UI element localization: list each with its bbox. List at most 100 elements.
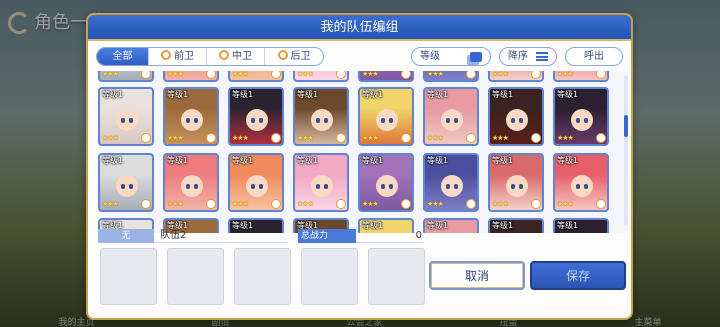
role-icon <box>141 71 151 79</box>
star-rating: ★★★ <box>297 134 314 142</box>
character-card[interactable]: 等级1 ★★★ <box>423 87 479 146</box>
star-rating: ★★★ <box>167 134 184 142</box>
character-level: 等级1 <box>102 90 124 99</box>
level-sort-icon <box>470 51 482 62</box>
star-rating: ★★★ <box>492 134 509 142</box>
character-level: 等级1 <box>167 156 189 165</box>
character-card[interactable]: 等级1 ★★★ <box>98 87 154 146</box>
team-name-field[interactable]: 无 队伍2 <box>98 229 288 243</box>
front-role-icon <box>161 50 171 60</box>
character-portrait <box>571 109 593 131</box>
character-card[interactable]: 等级1 ★★★ <box>163 153 219 212</box>
character-portrait <box>376 175 398 197</box>
tab-front[interactable]: 前卫 <box>149 48 207 65</box>
character-card[interactable]: 等级1 ★★★ <box>293 153 349 212</box>
team-slot-2[interactable] <box>167 248 224 305</box>
character-card[interactable]: ★★★ <box>163 71 219 82</box>
character-level: 等级1 <box>167 90 189 99</box>
character-card[interactable]: 等级1 ★★★ <box>163 87 219 146</box>
team-slots <box>100 248 425 305</box>
character-level: 等级1 <box>297 156 319 165</box>
sort-order-button[interactable]: 降序 <box>499 47 557 66</box>
character-portrait <box>246 175 268 197</box>
save-button[interactable]: 保存 <box>530 261 626 290</box>
character-card[interactable]: ★★★ <box>423 71 479 82</box>
total-power-label: 总战力 <box>298 229 356 243</box>
character-card[interactable]: 等级1 ★★★ <box>228 153 284 212</box>
character-portrait <box>181 109 203 131</box>
character-portrait <box>441 109 463 131</box>
role-icon <box>206 199 216 209</box>
character-roster: ★★★ ★★★ ★★★ ★★★ ★★★ ★★★ ★★★ ★★★ 等级1 ★★★ 等级1 ★★★ 等级1… <box>98 71 628 233</box>
role-icon <box>401 133 411 143</box>
sort-by-level-button[interactable]: 等级 <box>411 47 491 66</box>
character-card[interactable]: 等级1 ★★★ <box>358 87 414 146</box>
star-rating: ★★★ <box>232 134 249 142</box>
team-slot-1[interactable] <box>100 248 157 305</box>
character-card[interactable]: ★★★ <box>553 71 609 82</box>
filter-bar: 全部 前卫 中卫 后卫 等级 降序 呼出 <box>96 47 623 67</box>
team-edit-dialog: 我的队伍编组 全部 前卫 中卫 后卫 等级 降序 呼出 ★★★ ★★★ ★★★ ★★★… <box>86 13 633 320</box>
star-rating: ★★★ <box>232 200 249 208</box>
dialog-title: 我的队伍编组 <box>88 15 631 41</box>
star-rating: ★★★ <box>557 200 574 208</box>
character-card[interactable]: 等级1 ★★★ <box>423 153 479 212</box>
character-card[interactable]: ★★★ <box>293 71 349 82</box>
character-card[interactable]: 等级1 ★★★ <box>553 87 609 146</box>
role-icon <box>206 71 216 79</box>
character-level: 等级1 <box>427 90 449 99</box>
role-icon <box>596 133 606 143</box>
star-rating: ★★★ <box>362 71 379 78</box>
character-card[interactable]: ★★★ <box>228 71 284 82</box>
team-slot-3[interactable] <box>234 248 291 305</box>
role-icon <box>401 199 411 209</box>
character-level: 等级1 <box>232 90 254 99</box>
roster-scrollbar[interactable] <box>624 75 628 225</box>
scrollbar-thumb[interactable] <box>624 115 628 137</box>
role-icon <box>206 133 216 143</box>
team-info-bar: 无 队伍2 总战力 0 <box>98 229 628 243</box>
role-icon <box>401 71 411 79</box>
star-rating: ★★★ <box>232 71 249 78</box>
character-card[interactable]: 等级1 ★★★ <box>488 153 544 212</box>
character-portrait <box>311 109 333 131</box>
character-card[interactable]: ★★★ <box>358 71 414 82</box>
star-rating: ★★★ <box>557 71 574 78</box>
character-card[interactable]: 等级1 ★★★ <box>98 153 154 212</box>
character-level: 等级1 <box>492 90 514 99</box>
tab-all[interactable]: 全部 <box>97 48 149 65</box>
team-slot-4[interactable] <box>301 248 358 305</box>
total-power-value: 0 <box>415 230 422 241</box>
descending-sort-icon <box>536 52 548 61</box>
star-rating: ★★★ <box>167 71 184 78</box>
role-icon <box>466 199 476 209</box>
star-rating: ★★★ <box>102 134 119 142</box>
call-out-button[interactable]: 呼出 <box>565 47 623 66</box>
star-rating: ★★★ <box>427 200 444 208</box>
team-tag: 无 <box>98 229 154 243</box>
role-icon <box>531 133 541 143</box>
character-card[interactable]: ★★★ <box>98 71 154 82</box>
character-portrait <box>506 175 528 197</box>
role-icon <box>271 71 281 79</box>
character-card[interactable]: 等级1 ★★★ <box>358 153 414 212</box>
character-level: 等级1 <box>557 90 579 99</box>
character-card[interactable]: 等级1 ★★★ <box>228 87 284 146</box>
role-icon <box>141 133 151 143</box>
character-card[interactable]: 等级1 ★★★ <box>553 153 609 212</box>
back-role-icon <box>277 50 288 60</box>
star-rating: ★★★ <box>102 71 119 78</box>
character-portrait <box>116 109 138 131</box>
role-icon <box>141 199 151 209</box>
tab-back[interactable]: 后卫 <box>265 48 323 65</box>
character-portrait <box>506 109 528 131</box>
character-card[interactable]: 等级1 ★★★ <box>488 87 544 146</box>
tab-middle[interactable]: 中卫 <box>207 48 265 65</box>
role-icon <box>336 133 346 143</box>
star-rating: ★★★ <box>362 200 379 208</box>
character-card[interactable]: 等级1 ★★★ <box>293 87 349 146</box>
cancel-button[interactable]: 取消 <box>429 261 525 290</box>
team-slot-5[interactable] <box>368 248 425 305</box>
role-icon <box>336 199 346 209</box>
character-card[interactable]: ★★★ <box>488 71 544 82</box>
